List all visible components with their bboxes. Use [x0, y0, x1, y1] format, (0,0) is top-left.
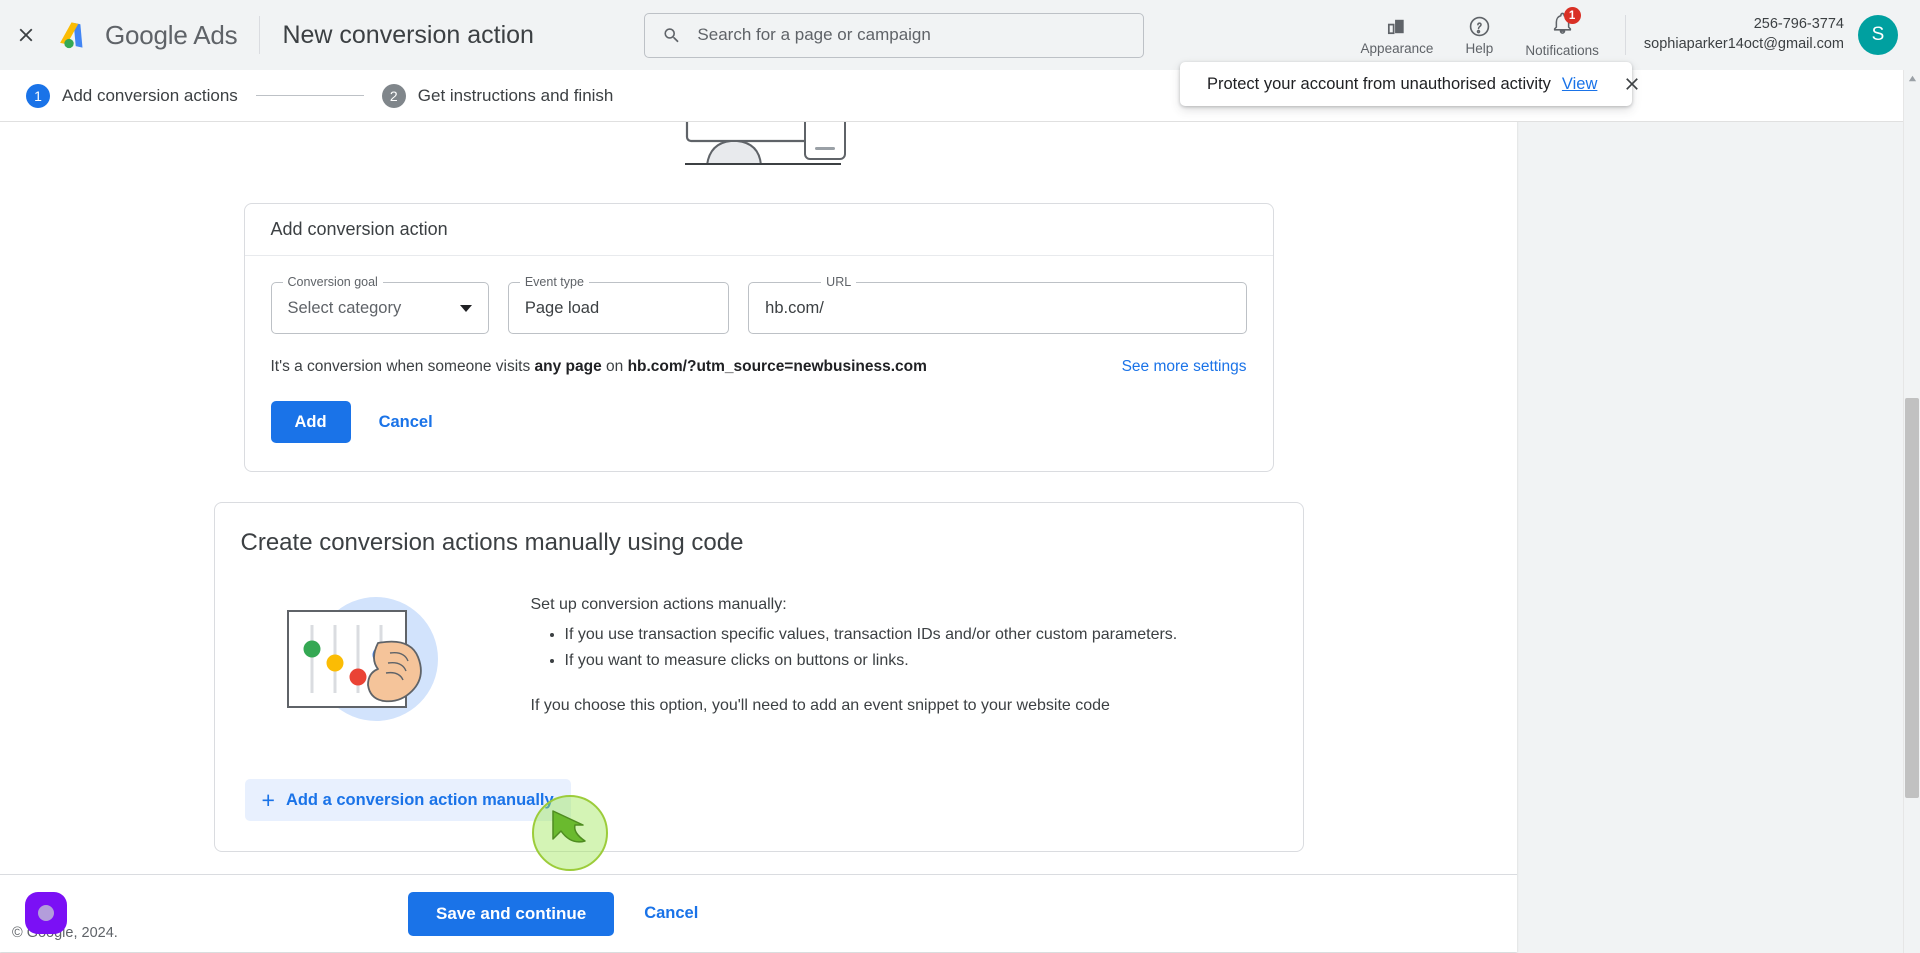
manual-bullet-list: If you use transaction specific values, …: [531, 622, 1277, 674]
help-button[interactable]: Help: [1441, 0, 1517, 70]
hero-illustration-strip: [0, 122, 1517, 165]
avatar[interactable]: S: [1858, 15, 1898, 55]
conversion-goal-value: Select category: [287, 298, 402, 317]
manual-card-text: Set up conversion actions manually: If y…: [531, 583, 1277, 718]
stepper-step-2[interactable]: 2 Get instructions and finish: [381, 83, 614, 108]
step-number: 2: [381, 83, 406, 108]
help-label: Help: [1465, 40, 1494, 56]
card-body: Conversion goal Select category Event ty…: [245, 256, 1273, 471]
widget-inner-circle: [38, 905, 54, 921]
event-type-label: Event type: [519, 275, 589, 289]
appearance-button[interactable]: Appearance: [1353, 0, 1442, 70]
conversion-goal-label: Conversion goal: [282, 275, 383, 289]
header-divider: [259, 16, 261, 54]
card-actions: Add Cancel: [270, 401, 1247, 443]
url-field[interactable]: URL hb.com/: [748, 275, 1247, 334]
chevron-up-icon: [1908, 75, 1917, 82]
notifications-button[interactable]: 1 Notifications: [1517, 0, 1607, 70]
account-divider: [1624, 15, 1626, 55]
helper-bold: any page: [534, 358, 602, 375]
manual-illustration-wrap: [241, 583, 491, 737]
cancel-button[interactable]: Cancel: [365, 401, 447, 443]
add-manual-label: Add a conversion action manually: [285, 790, 554, 809]
notifications-label: Notifications: [1525, 43, 1599, 58]
conversion-helper-text: It's a conversion when someone visits an…: [271, 358, 927, 376]
conversion-goal-select[interactable]: Conversion goal Select category: [270, 275, 489, 334]
customer-id: 256-796-3774: [1753, 16, 1844, 33]
notification-toast: Protect your account from unauthorised a…: [1180, 62, 1639, 106]
brand-ads: Ads: [193, 19, 238, 50]
helper-prefix: It's a conversion when someone visits: [270, 358, 535, 375]
manual-note: If you choose this option, you'll need t…: [530, 696, 1110, 714]
scrollbar-thumb[interactable]: [1905, 398, 1919, 798]
page-title: New conversion action: [282, 20, 534, 49]
appearance-label: Appearance: [1360, 40, 1434, 56]
event-type-value: Page load: [524, 298, 600, 317]
save-and-continue-button[interactable]: Save and continue: [408, 891, 615, 936]
brand-wordmark: Google Ads: [105, 19, 238, 51]
manual-intro: Set up conversion actions manually:: [530, 596, 787, 613]
top-right-actions: Appearance Help 1 Notifications 256-796-…: [1353, 0, 1920, 70]
add-button[interactable]: Add: [270, 401, 351, 443]
account-email: sophiaparker14oct@gmail.com: [1643, 36, 1844, 52]
brand-google: Google: [105, 19, 188, 50]
sliders-hand-illustration-icon: [286, 597, 438, 721]
fields-row: Conversion goal Select category Event ty…: [270, 275, 1247, 334]
manual-conversion-card: Create conversion actions manually using…: [213, 502, 1304, 852]
toast-message: Protect your account from unauthorised a…: [1207, 74, 1551, 93]
step-label: Get instructions and finish: [417, 85, 614, 105]
main-content: Add conversion action Conversion goal Se…: [0, 122, 1920, 953]
bottom-cancel-button[interactable]: Cancel: [630, 893, 712, 935]
toast-view-link[interactable]: View: [1562, 75, 1597, 94]
top-app-bar: Google Ads New conversion action Appeara…: [0, 0, 1920, 70]
search-icon: [664, 27, 679, 42]
account-info[interactable]: 256-796-3774 sophiaparker14oct@gmail.com: [1644, 15, 1844, 54]
monitor-illustration-icon: [684, 122, 846, 165]
chevron-down-icon: [459, 304, 472, 312]
help-icon: [1469, 16, 1490, 36]
manual-card-title: Create conversion actions manually using…: [240, 529, 744, 556]
event-type-field[interactable]: Event type Page load: [507, 275, 730, 334]
plus-icon: +: [261, 786, 275, 813]
list-item: If you want to measure clicks on buttons…: [565, 648, 1277, 674]
add-conversion-action-manually-button[interactable]: + Add a conversion action manually: [244, 779, 571, 821]
manual-card-body: Set up conversion actions manually: If y…: [241, 583, 1277, 737]
step-label: Add conversion actions: [62, 85, 238, 105]
scroll-up-button[interactable]: [1904, 70, 1920, 87]
toast-close-button[interactable]: [1622, 74, 1642, 94]
google-ads-logo[interactable]: Google Ads: [52, 18, 238, 52]
add-conversion-action-card: Add conversion action Conversion goal Se…: [243, 203, 1274, 472]
search-input[interactable]: [695, 24, 1126, 46]
helper-url: hb.com/?utm_source=newbusiness.com: [627, 358, 927, 375]
notification-icon-wrap: 1: [1551, 7, 1581, 40]
wizard-bottom-bar: Save and continue Cancel: [0, 874, 1517, 952]
stepper-step-1[interactable]: 1 Add conversion actions: [26, 83, 238, 108]
notifications-badge: 1: [1563, 7, 1581, 24]
url-value: hb.com/: [765, 298, 824, 317]
floating-assistant-widget[interactable]: [25, 892, 67, 934]
close-button[interactable]: [0, 0, 52, 70]
stepper-connector: [255, 95, 364, 96]
helper-middle: on: [601, 358, 628, 375]
see-more-settings-link[interactable]: See more settings: [1122, 358, 1247, 376]
url-label: URL: [821, 275, 857, 289]
list-item: If you use transaction specific values, …: [565, 622, 1277, 648]
helper-row: It's a conversion when someone visits an…: [271, 358, 1247, 376]
card-title: Add conversion action: [244, 204, 1273, 256]
google-ads-logo-icon: [60, 22, 83, 49]
close-icon: [1626, 78, 1639, 90]
step-number: 1: [26, 83, 50, 108]
close-icon: [19, 28, 33, 42]
appearance-icon: [1388, 19, 1405, 34]
wizard-panel: Add conversion action Conversion goal Se…: [0, 122, 1517, 952]
search-box[interactable]: [643, 12, 1144, 58]
